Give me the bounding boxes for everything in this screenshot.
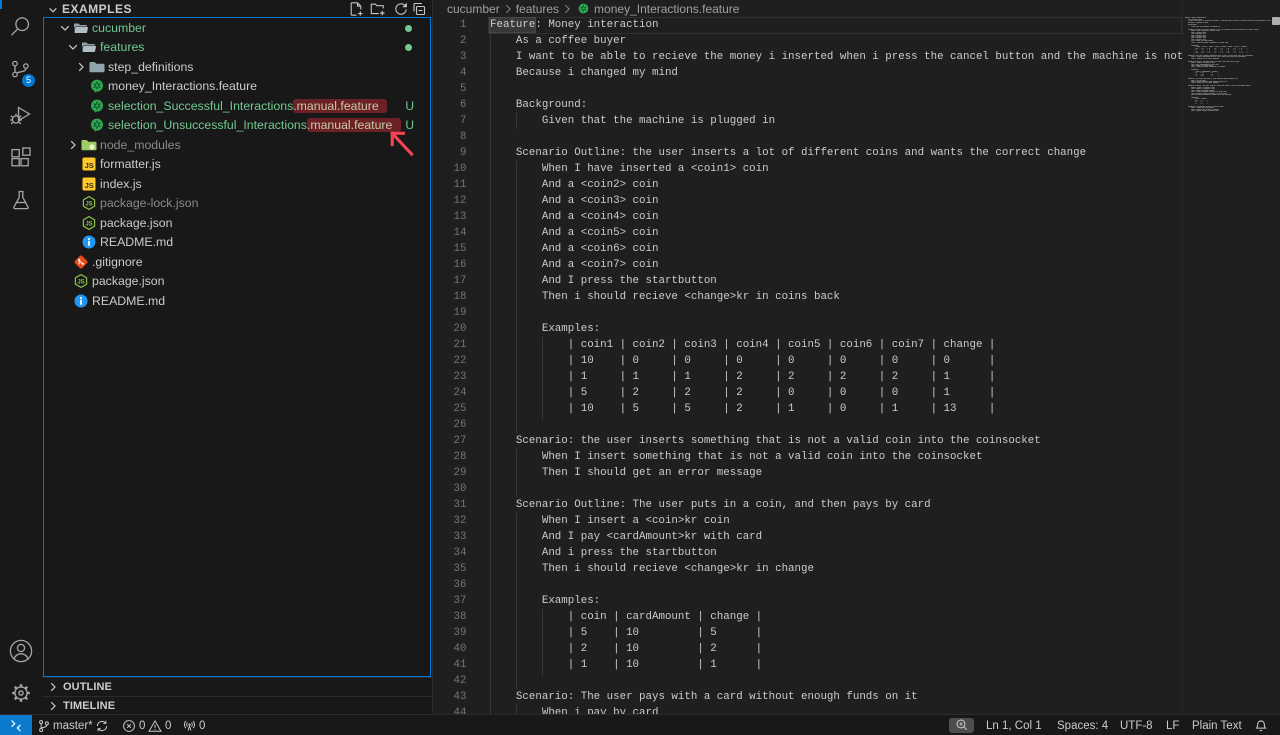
svg-text:JS: JS <box>85 161 94 170</box>
svg-text:JS: JS <box>85 181 94 190</box>
svg-text:JS: JS <box>85 202 92 208</box>
svg-text:JS: JS <box>77 280 84 286</box>
svg-text:JS: JS <box>85 221 92 227</box>
